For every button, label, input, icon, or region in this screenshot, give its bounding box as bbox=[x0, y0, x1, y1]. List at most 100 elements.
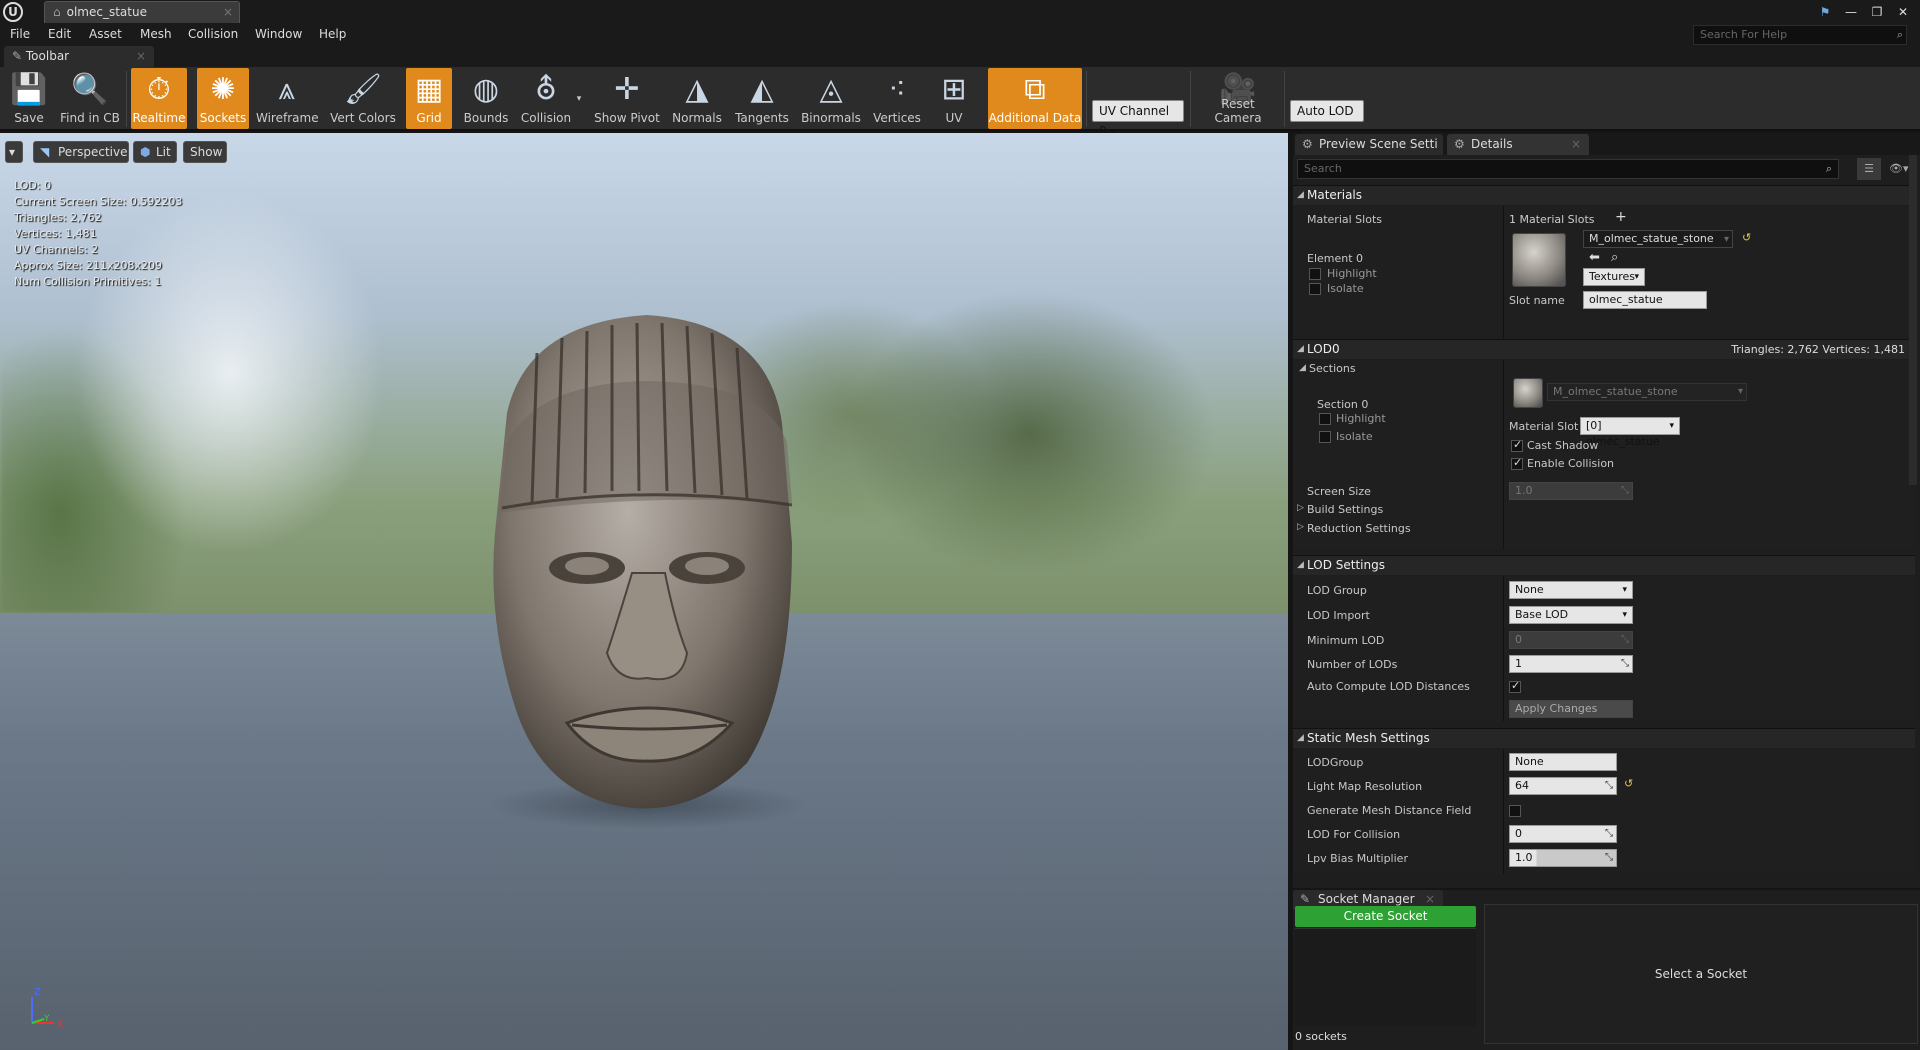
olmec-statue-mesh[interactable] bbox=[447, 293, 817, 833]
lod-import-dropdown[interactable]: Base LOD ▾ bbox=[1509, 606, 1633, 624]
category-materials[interactable]: ◢ Materials bbox=[1293, 185, 1915, 205]
menu-collision[interactable]: Collision bbox=[188, 27, 238, 41]
toolbar-tab[interactable]: ✎ Toolbar × bbox=[4, 46, 154, 67]
expand-icon[interactable]: ▷ bbox=[1297, 503, 1304, 513]
show-button[interactable]: Show bbox=[183, 141, 227, 163]
number-of-lods-input[interactable]: 1 ⤡ bbox=[1509, 655, 1633, 673]
lit-label: Lit bbox=[156, 145, 171, 159]
reduction-settings-label[interactable]: Reduction Settings bbox=[1307, 522, 1411, 535]
menu-file[interactable]: File bbox=[10, 27, 30, 41]
enable-collision-checkbox[interactable] bbox=[1511, 456, 1523, 470]
category-lod-settings[interactable]: ◢ LOD Settings bbox=[1293, 555, 1915, 575]
isolate-checkbox[interactable] bbox=[1309, 283, 1321, 295]
bounds-button[interactable]: ◍ Bounds bbox=[460, 68, 512, 129]
category-lod0[interactable]: ◢ LOD0 Triangles: 2,762 Vertices: 1,481 bbox=[1293, 339, 1915, 359]
close-icon[interactable]: × bbox=[136, 46, 146, 66]
auto-compute-checkbox[interactable] bbox=[1509, 679, 1521, 693]
notification-icon[interactable]: ⚑ bbox=[1816, 5, 1834, 19]
tab-details[interactable]: ⚙ Details × bbox=[1447, 134, 1589, 155]
wireframe-label: Wireframe bbox=[256, 111, 319, 125]
reset-arrow-icon[interactable]: ↺ bbox=[1742, 231, 1751, 244]
section-isolate-checkbox[interactable] bbox=[1319, 431, 1331, 443]
close-window-icon[interactable]: ✕ bbox=[1894, 5, 1912, 19]
menu-window[interactable]: Window bbox=[255, 27, 302, 41]
apply-changes-button[interactable]: Apply Changes bbox=[1509, 700, 1633, 718]
uv-button[interactable]: ⊞ UV bbox=[932, 68, 976, 129]
wireframe-button[interactable]: ⩓ Wireframe bbox=[256, 68, 319, 129]
section-material-thumbnail[interactable] bbox=[1513, 378, 1543, 408]
close-icon[interactable]: × bbox=[1571, 134, 1581, 154]
normals-button[interactable]: ◮ Normals bbox=[670, 68, 724, 129]
tangents-button[interactable]: ◭ Tangents bbox=[734, 68, 790, 129]
distance-field-checkbox[interactable] bbox=[1509, 805, 1521, 817]
viewport[interactable]: ▾ ◥ Perspective ⬢ Lit Show LOD: 0 Current … bbox=[0, 133, 1288, 1050]
add-icon[interactable]: + bbox=[1615, 209, 1627, 225]
reset-camera-button[interactable]: 🎥 Reset Camera bbox=[1196, 68, 1280, 129]
lodgroup-input[interactable]: None bbox=[1509, 753, 1617, 771]
toolbar-separator bbox=[1086, 71, 1087, 127]
view-options-icon[interactable]: ☰ bbox=[1857, 158, 1881, 180]
collapse-icon[interactable]: ◢ bbox=[1299, 363, 1306, 373]
minimum-lod-input[interactable]: 0 ⤡ bbox=[1509, 631, 1633, 649]
highlight-label: Highlight bbox=[1327, 267, 1377, 280]
socket-list[interactable] bbox=[1295, 928, 1476, 1026]
vertices-button[interactable]: ⁖ Vertices bbox=[872, 68, 922, 129]
textures-dropdown[interactable]: Textures ▾ bbox=[1583, 268, 1645, 286]
restore-icon[interactable]: ❐ bbox=[1868, 5, 1886, 19]
screen-size-label: Screen Size bbox=[1307, 485, 1371, 498]
browse-icon[interactable]: ⌕ bbox=[1611, 250, 1618, 265]
lit-button[interactable]: ⬢ Lit bbox=[133, 141, 177, 163]
uv-channel-dropdown[interactable]: UV Channel 0 ▾ bbox=[1092, 100, 1184, 138]
help-search-input[interactable]: Search For Help ⌕ bbox=[1693, 25, 1907, 45]
menu-asset[interactable]: Asset bbox=[89, 27, 122, 41]
build-settings-label[interactable]: Build Settings bbox=[1307, 503, 1383, 516]
category-static-mesh-settings[interactable]: ◢ Static Mesh Settings bbox=[1293, 728, 1915, 748]
binormals-button[interactable]: ◬ Binormals bbox=[800, 68, 862, 129]
slot-name-input[interactable]: olmec_statue bbox=[1583, 291, 1707, 309]
toolbar-separator bbox=[1284, 71, 1285, 127]
panel-tabs: ⚙ Preview Scene Setti ⚙ Details × bbox=[1293, 133, 1920, 155]
minimize-icon[interactable]: — bbox=[1842, 5, 1860, 19]
find-in-cb-label: Find in CB bbox=[60, 111, 120, 125]
sockets-button[interactable]: ✺ Sockets bbox=[197, 68, 249, 129]
stat-collision-primitives: Num Collision Primitives: 1 bbox=[14, 275, 162, 288]
section-material-picker[interactable]: M_olmec_statue_stone ▾ bbox=[1547, 383, 1747, 401]
lod-group-dropdown[interactable]: None ▾ bbox=[1509, 581, 1633, 599]
menu-mesh[interactable]: Mesh bbox=[140, 27, 172, 41]
details-scrollbar[interactable] bbox=[1909, 155, 1917, 485]
screen-size-input[interactable]: 1.0 ⤡ bbox=[1509, 482, 1633, 500]
auto-lod-dropdown[interactable]: Auto LOD ▾ bbox=[1290, 100, 1364, 138]
light-map-resolution-input[interactable]: 64 ⤡ bbox=[1509, 777, 1617, 795]
menu-edit[interactable]: Edit bbox=[48, 27, 71, 41]
number-of-lods-label: Number of LODs bbox=[1307, 658, 1398, 671]
close-tab-icon[interactable]: × bbox=[223, 2, 233, 23]
save-button[interactable]: 💾 Save bbox=[2, 68, 56, 129]
document-tab[interactable]: ⌂ olmec_statue × bbox=[44, 1, 240, 23]
reset-arrow-icon[interactable]: ↺ bbox=[1624, 777, 1633, 790]
use-selected-icon[interactable]: ⬅ bbox=[1589, 250, 1600, 265]
lpv-bias-input[interactable]: 1.0 ⤡ bbox=[1509, 849, 1617, 867]
highlight-checkbox[interactable] bbox=[1309, 268, 1321, 280]
grid-button[interactable]: ▦ Grid bbox=[406, 68, 452, 129]
isolate-label: Isolate bbox=[1327, 282, 1364, 295]
realtime-button[interactable]: ⏱ Realtime bbox=[131, 68, 187, 129]
section-highlight-checkbox[interactable] bbox=[1319, 413, 1331, 425]
material-slot-dropdown[interactable]: [0] olmec_statue ▾ bbox=[1580, 417, 1680, 448]
tab-preview-scene-settings[interactable]: ⚙ Preview Scene Setti bbox=[1295, 134, 1443, 155]
additional-data-button[interactable]: ⧉ Additional Data bbox=[988, 68, 1082, 129]
show-pivot-button[interactable]: ✛ Show Pivot bbox=[592, 68, 662, 129]
perspective-button[interactable]: ◥ Perspective bbox=[33, 141, 129, 163]
details-search-input[interactable]: Search ⌕ bbox=[1297, 159, 1839, 179]
find-in-cb-button[interactable]: 🔍 Find in CB bbox=[58, 68, 122, 129]
material-picker[interactable]: M_olmec_statue_stone ▾ bbox=[1583, 230, 1733, 248]
collision-button[interactable]: ⛢ Collision bbox=[516, 68, 576, 129]
viewport-options-button[interactable]: ▾ bbox=[5, 141, 23, 163]
create-socket-button[interactable]: Create Socket bbox=[1295, 906, 1476, 927]
vert-colors-button[interactable]: 🖌 Vert Colors bbox=[326, 68, 400, 129]
expand-icon[interactable]: ▷ bbox=[1297, 522, 1304, 532]
lod-for-collision-input[interactable]: 0 ⤡ bbox=[1509, 825, 1617, 843]
cast-shadow-checkbox[interactable] bbox=[1511, 438, 1523, 452]
material-thumbnail[interactable] bbox=[1512, 233, 1566, 287]
menu-help[interactable]: Help bbox=[319, 27, 346, 41]
collision-dropdown-button[interactable]: ▾ bbox=[572, 68, 586, 129]
